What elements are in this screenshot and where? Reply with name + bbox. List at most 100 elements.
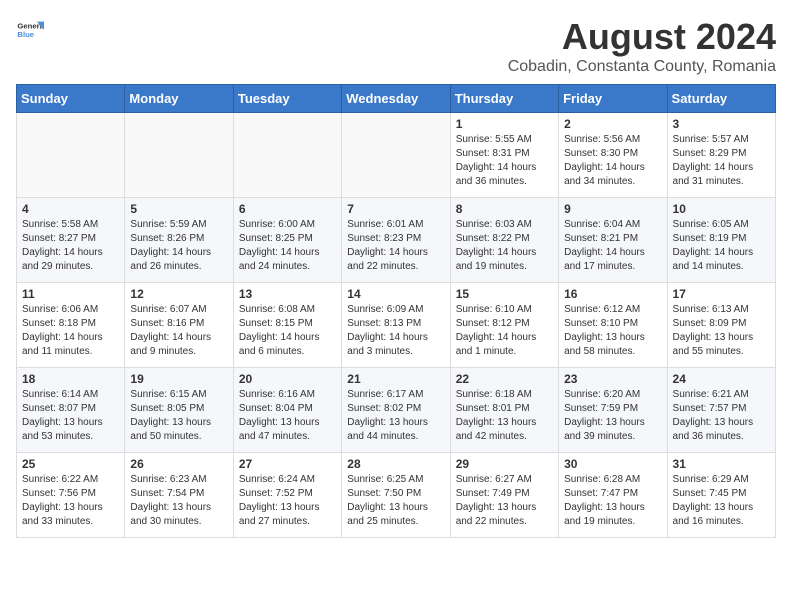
header-day-tuesday: Tuesday [233, 85, 341, 113]
day-info: Sunrise: 6:14 AM Sunset: 8:07 PM Dayligh… [22, 388, 119, 444]
day-number: 31 [673, 457, 770, 471]
calendar-cell: 2 Sunrise: 5:56 AM Sunset: 8:30 PM Dayli… [559, 113, 667, 198]
calendar-cell: 25 Sunrise: 6:22 AM Sunset: 7:56 PM Dayl… [17, 453, 125, 538]
day-info: Sunrise: 6:12 AM Sunset: 8:10 PM Dayligh… [564, 303, 661, 359]
calendar-cell: 7 Sunrise: 6:01 AM Sunset: 8:23 PM Dayli… [342, 198, 450, 283]
day-number: 8 [456, 202, 553, 216]
day-number: 18 [22, 372, 119, 386]
logo: General Blue [16, 16, 44, 44]
day-info: Sunrise: 6:18 AM Sunset: 8:01 PM Dayligh… [456, 388, 553, 444]
day-info: Sunrise: 6:16 AM Sunset: 8:04 PM Dayligh… [239, 388, 336, 444]
day-number: 14 [347, 287, 444, 301]
calendar-cell: 11 Sunrise: 6:06 AM Sunset: 8:18 PM Dayl… [17, 283, 125, 368]
day-info: Sunrise: 5:58 AM Sunset: 8:27 PM Dayligh… [22, 218, 119, 274]
day-info: Sunrise: 6:20 AM Sunset: 7:59 PM Dayligh… [564, 388, 661, 444]
day-info: Sunrise: 6:29 AM Sunset: 7:45 PM Dayligh… [673, 473, 770, 529]
day-info: Sunrise: 6:28 AM Sunset: 7:47 PM Dayligh… [564, 473, 661, 529]
calendar-table: SundayMondayTuesdayWednesdayThursdayFrid… [16, 84, 776, 538]
day-info: Sunrise: 5:59 AM Sunset: 8:26 PM Dayligh… [130, 218, 227, 274]
calendar-cell: 1 Sunrise: 5:55 AM Sunset: 8:31 PM Dayli… [450, 113, 558, 198]
week-row-4: 18 Sunrise: 6:14 AM Sunset: 8:07 PM Dayl… [17, 368, 776, 453]
day-number: 23 [564, 372, 661, 386]
day-number: 10 [673, 202, 770, 216]
calendar-cell: 29 Sunrise: 6:27 AM Sunset: 7:49 PM Dayl… [450, 453, 558, 538]
day-info: Sunrise: 6:13 AM Sunset: 8:09 PM Dayligh… [673, 303, 770, 359]
day-number: 16 [564, 287, 661, 301]
day-number: 4 [22, 202, 119, 216]
day-info: Sunrise: 6:03 AM Sunset: 8:22 PM Dayligh… [456, 218, 553, 274]
calendar-cell: 9 Sunrise: 6:04 AM Sunset: 8:21 PM Dayli… [559, 198, 667, 283]
day-info: Sunrise: 6:00 AM Sunset: 8:25 PM Dayligh… [239, 218, 336, 274]
day-info: Sunrise: 5:57 AM Sunset: 8:29 PM Dayligh… [673, 133, 770, 189]
calendar-cell: 30 Sunrise: 6:28 AM Sunset: 7:47 PM Dayl… [559, 453, 667, 538]
calendar-cell [342, 113, 450, 198]
week-row-5: 25 Sunrise: 6:22 AM Sunset: 7:56 PM Dayl… [17, 453, 776, 538]
calendar-cell: 16 Sunrise: 6:12 AM Sunset: 8:10 PM Dayl… [559, 283, 667, 368]
subtitle: Cobadin, Constanta County, Romania [508, 58, 776, 76]
calendar-cell: 10 Sunrise: 6:05 AM Sunset: 8:19 PM Dayl… [667, 198, 775, 283]
calendar-cell: 6 Sunrise: 6:00 AM Sunset: 8:25 PM Dayli… [233, 198, 341, 283]
calendar-cell: 20 Sunrise: 6:16 AM Sunset: 8:04 PM Dayl… [233, 368, 341, 453]
day-number: 1 [456, 117, 553, 131]
day-info: Sunrise: 6:25 AM Sunset: 7:50 PM Dayligh… [347, 473, 444, 529]
day-info: Sunrise: 6:21 AM Sunset: 7:57 PM Dayligh… [673, 388, 770, 444]
calendar-cell: 13 Sunrise: 6:08 AM Sunset: 8:15 PM Dayl… [233, 283, 341, 368]
header-day-sunday: Sunday [17, 85, 125, 113]
header-day-friday: Friday [559, 85, 667, 113]
day-number: 27 [239, 457, 336, 471]
day-number: 24 [673, 372, 770, 386]
day-number: 17 [673, 287, 770, 301]
calendar-cell [125, 113, 233, 198]
day-info: Sunrise: 6:05 AM Sunset: 8:19 PM Dayligh… [673, 218, 770, 274]
day-number: 28 [347, 457, 444, 471]
calendar-cell: 8 Sunrise: 6:03 AM Sunset: 8:22 PM Dayli… [450, 198, 558, 283]
day-number: 15 [456, 287, 553, 301]
calendar-cell: 27 Sunrise: 6:24 AM Sunset: 7:52 PM Dayl… [233, 453, 341, 538]
day-info: Sunrise: 6:10 AM Sunset: 8:12 PM Dayligh… [456, 303, 553, 359]
day-number: 25 [22, 457, 119, 471]
day-info: Sunrise: 5:56 AM Sunset: 8:30 PM Dayligh… [564, 133, 661, 189]
day-number: 11 [22, 287, 119, 301]
title-area: August 2024 Cobadin, Constanta County, R… [508, 16, 776, 76]
day-info: Sunrise: 6:01 AM Sunset: 8:23 PM Dayligh… [347, 218, 444, 274]
calendar-cell: 23 Sunrise: 6:20 AM Sunset: 7:59 PM Dayl… [559, 368, 667, 453]
day-info: Sunrise: 6:08 AM Sunset: 8:15 PM Dayligh… [239, 303, 336, 359]
header-day-saturday: Saturday [667, 85, 775, 113]
day-number: 22 [456, 372, 553, 386]
day-number: 2 [564, 117, 661, 131]
logo-icon: General Blue [16, 16, 44, 44]
header-day-monday: Monday [125, 85, 233, 113]
calendar-cell: 21 Sunrise: 6:17 AM Sunset: 8:02 PM Dayl… [342, 368, 450, 453]
day-info: Sunrise: 6:07 AM Sunset: 8:16 PM Dayligh… [130, 303, 227, 359]
day-number: 9 [564, 202, 661, 216]
day-info: Sunrise: 6:24 AM Sunset: 7:52 PM Dayligh… [239, 473, 336, 529]
day-info: Sunrise: 6:17 AM Sunset: 8:02 PM Dayligh… [347, 388, 444, 444]
day-info: Sunrise: 6:04 AM Sunset: 8:21 PM Dayligh… [564, 218, 661, 274]
day-info: Sunrise: 6:27 AM Sunset: 7:49 PM Dayligh… [456, 473, 553, 529]
day-info: Sunrise: 6:09 AM Sunset: 8:13 PM Dayligh… [347, 303, 444, 359]
header: General Blue August 2024 Cobadin, Consta… [16, 16, 776, 76]
day-number: 29 [456, 457, 553, 471]
calendar-cell: 15 Sunrise: 6:10 AM Sunset: 8:12 PM Dayl… [450, 283, 558, 368]
calendar-cell: 3 Sunrise: 5:57 AM Sunset: 8:29 PM Dayli… [667, 113, 775, 198]
calendar-cell: 17 Sunrise: 6:13 AM Sunset: 8:09 PM Dayl… [667, 283, 775, 368]
day-info: Sunrise: 6:23 AM Sunset: 7:54 PM Dayligh… [130, 473, 227, 529]
week-row-3: 11 Sunrise: 6:06 AM Sunset: 8:18 PM Dayl… [17, 283, 776, 368]
day-number: 6 [239, 202, 336, 216]
day-number: 3 [673, 117, 770, 131]
week-row-2: 4 Sunrise: 5:58 AM Sunset: 8:27 PM Dayli… [17, 198, 776, 283]
calendar-cell: 28 Sunrise: 6:25 AM Sunset: 7:50 PM Dayl… [342, 453, 450, 538]
day-number: 20 [239, 372, 336, 386]
week-row-1: 1 Sunrise: 5:55 AM Sunset: 8:31 PM Dayli… [17, 113, 776, 198]
header-day-wednesday: Wednesday [342, 85, 450, 113]
calendar-cell: 18 Sunrise: 6:14 AM Sunset: 8:07 PM Dayl… [17, 368, 125, 453]
day-number: 12 [130, 287, 227, 301]
day-number: 5 [130, 202, 227, 216]
calendar-cell: 19 Sunrise: 6:15 AM Sunset: 8:05 PM Dayl… [125, 368, 233, 453]
header-row: SundayMondayTuesdayWednesdayThursdayFrid… [17, 85, 776, 113]
svg-text:Blue: Blue [17, 30, 34, 39]
calendar-cell: 12 Sunrise: 6:07 AM Sunset: 8:16 PM Dayl… [125, 283, 233, 368]
calendar-cell [17, 113, 125, 198]
day-number: 7 [347, 202, 444, 216]
calendar-cell: 26 Sunrise: 6:23 AM Sunset: 7:54 PM Dayl… [125, 453, 233, 538]
